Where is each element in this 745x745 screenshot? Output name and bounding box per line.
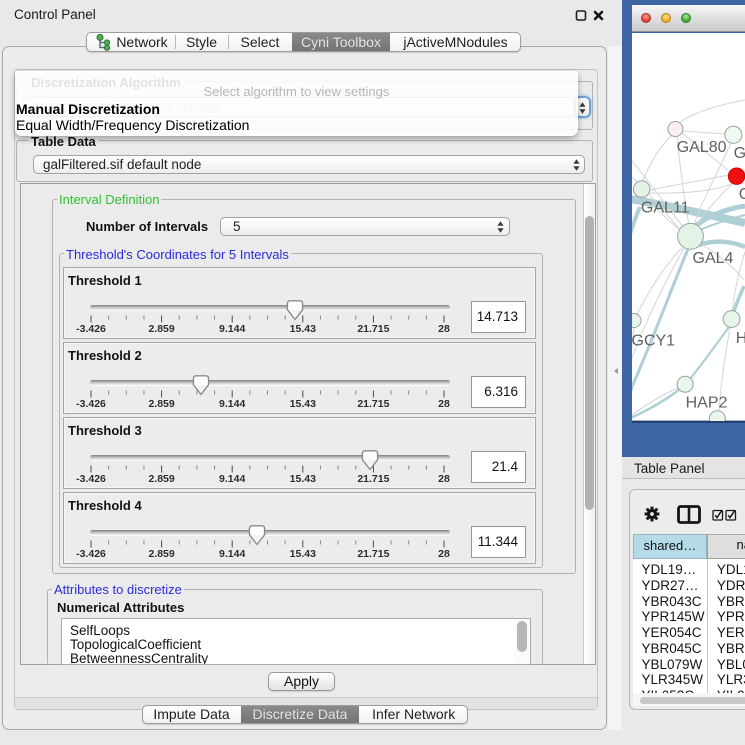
svg-text:GAL4: GAL4	[693, 250, 734, 267]
svg-text:GAL11: GAL11	[641, 200, 690, 217]
svg-text:HAP2: HAP2	[686, 395, 728, 412]
svg-text:GCY1: GCY1	[632, 333, 675, 350]
svg-text:GA: GA	[734, 145, 745, 162]
svg-text:C: C	[739, 186, 745, 203]
svg-text:GAL80: GAL80	[677, 139, 727, 156]
svg-text:H: H	[736, 330, 745, 347]
